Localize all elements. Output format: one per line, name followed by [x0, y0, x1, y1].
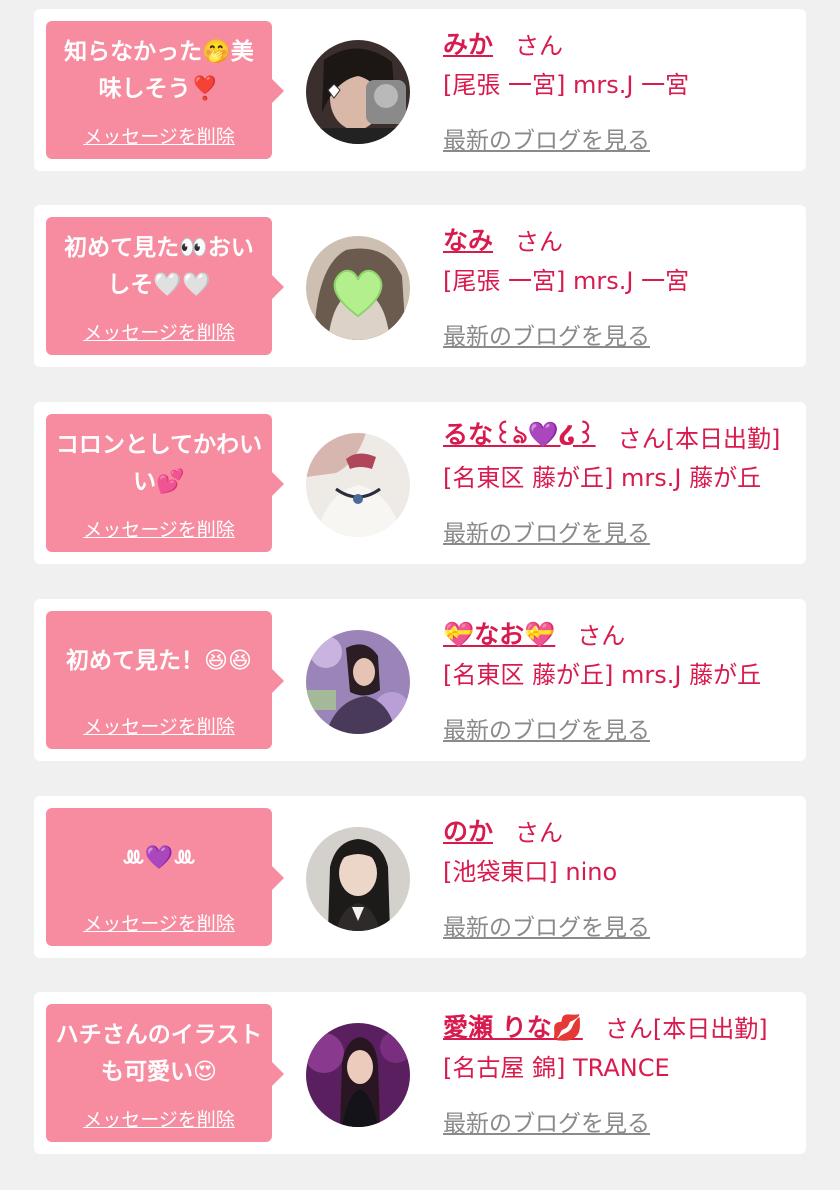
message-card: 初めて見た！😆😆 メッセージを削除 💝なお💝 さん [名東区 藤が丘] mrs.…: [34, 599, 806, 761]
shop-label: [尾張 一宮] mrs.J 一宮: [443, 71, 690, 99]
delete-message-link[interactable]: メッセージを削除: [46, 1105, 272, 1132]
message-card: ꔛ💜ꔛ メッセージを削除 のか さん [池袋東口] nino 最新のブログを見る: [34, 796, 806, 958]
message-card: 初めて見た👀おいしそ🤍🤍 メッセージを削除 なみ さん [尾張 一宮] mrs.…: [34, 205, 806, 367]
avatar[interactable]: [306, 236, 410, 340]
delete-message-link[interactable]: メッセージを削除: [46, 909, 272, 936]
cast-info: のか さん [池袋東口] nino 最新のブログを見る: [443, 810, 803, 942]
delete-message-link[interactable]: メッセージを削除: [46, 712, 272, 739]
message-card: コロンとしてかわいい💕 メッセージを削除 るな꒰ঌ💜໒꒱ さん[本日出勤] [名…: [34, 402, 806, 564]
message-bubble: ハチさんのイラストも可愛い😍 メッセージを削除: [46, 1004, 284, 1142]
message-text: 知らなかった🤭美味しそう❣️: [64, 39, 254, 102]
avatar-image: [306, 827, 410, 931]
message-card: ハチさんのイラストも可愛い😍 メッセージを削除 愛瀬 りな💋 さん[本日出勤] …: [34, 992, 806, 1154]
cast-info: みか さん [尾張 一宮] mrs.J 一宮 最新のブログを見る: [443, 23, 803, 155]
name-line: るな꒰ঌ💜໒꒱ さん[本日出勤]: [443, 416, 803, 456]
name-line: 愛瀬 りな💋 さん[本日出勤]: [443, 1006, 803, 1046]
message-bubble: 知らなかった🤭美味しそう❣️ メッセージを削除: [46, 21, 284, 159]
name-line: のか さん: [443, 810, 803, 850]
delete-message-link[interactable]: メッセージを削除: [46, 515, 272, 542]
message-text: ꔛ💜ꔛ: [122, 844, 196, 871]
honorific: さん: [515, 227, 564, 256]
avatar-image: [306, 236, 410, 340]
cast-info: 愛瀬 りな💋 さん[本日出勤] [名古屋 錦] TRANCE 最新のブログを見る: [443, 1006, 803, 1138]
cast-name-link[interactable]: なみ: [443, 221, 493, 257]
cast-info: 💝なお💝 さん [名東区 藤が丘] mrs.J 藤が丘 最新のブログを見る: [443, 613, 803, 745]
avatar-image: [306, 630, 410, 734]
cast-name-link[interactable]: 愛瀬 りな💋: [443, 1008, 583, 1044]
latest-blog-link[interactable]: 最新のブログを見る: [443, 317, 650, 351]
honorific: さん[本日出勤]: [617, 424, 781, 453]
honorific: さん: [577, 621, 626, 650]
avatar-image: [306, 433, 410, 537]
shop-label: [名東区 藤が丘] mrs.J 藤が丘: [443, 661, 762, 689]
avatar[interactable]: [306, 433, 410, 537]
shop-label: [池袋東口] nino: [443, 858, 618, 886]
latest-blog-link[interactable]: 最新のブログを見る: [443, 711, 650, 745]
avatar[interactable]: [306, 1023, 410, 1127]
cast-info: なみ さん [尾張 一宮] mrs.J 一宮 最新のブログを見る: [443, 219, 803, 351]
message-bubble: 初めて見た👀おいしそ🤍🤍 メッセージを削除: [46, 217, 284, 355]
message-bubble: 初めて見た！😆😆 メッセージを削除: [46, 611, 284, 749]
latest-blog-link[interactable]: 最新のブログを見る: [443, 908, 650, 942]
name-line: なみ さん: [443, 219, 803, 259]
avatar-image: [306, 1023, 410, 1127]
cast-name-link[interactable]: 💝なお💝: [443, 615, 555, 651]
delete-message-link[interactable]: メッセージを削除: [46, 318, 272, 345]
latest-blog-link[interactable]: 最新のブログを見る: [443, 1104, 650, 1138]
cast-name-link[interactable]: のか: [443, 812, 493, 848]
message-text: 初めて見た！😆😆: [66, 647, 252, 674]
message-bubble: コロンとしてかわいい💕 メッセージを削除: [46, 414, 284, 552]
name-line: 💝なお💝 さん: [443, 613, 803, 653]
honorific: さん: [515, 818, 564, 847]
cast-name-link[interactable]: るな꒰ঌ💜໒꒱: [443, 415, 596, 458]
latest-blog-link[interactable]: 最新のブログを見る: [443, 514, 650, 548]
shop-label: [名東区 藤が丘] mrs.J 藤が丘: [443, 464, 762, 492]
shop-label: [尾張 一宮] mrs.J 一宮: [443, 267, 690, 295]
avatar[interactable]: [306, 827, 410, 931]
honorific: さん: [515, 31, 564, 60]
honorific: さん[本日出勤]: [604, 1014, 768, 1043]
message-text: コロンとしてかわいい💕: [55, 432, 263, 495]
message-text: ハチさんのイラストも可愛い😍: [55, 1022, 263, 1085]
shop-label: [名古屋 錦] TRANCE: [443, 1054, 670, 1082]
delete-message-link[interactable]: メッセージを削除: [46, 122, 272, 149]
name-line: みか さん: [443, 23, 803, 63]
cast-name-link[interactable]: みか: [443, 25, 493, 61]
message-text: 初めて見た👀おいしそ🤍🤍: [64, 235, 254, 298]
avatar[interactable]: [306, 40, 410, 144]
message-card: 知らなかった🤭美味しそう❣️ メッセージを削除 みか さん [尾張 一宮] mr…: [34, 9, 806, 171]
cast-info: るな꒰ঌ💜໒꒱ さん[本日出勤] [名東区 藤が丘] mrs.J 藤が丘 最新の…: [443, 416, 803, 548]
message-bubble: ꔛ💜ꔛ メッセージを削除: [46, 808, 284, 946]
avatar-image: [306, 40, 410, 144]
avatar[interactable]: [306, 630, 410, 734]
latest-blog-link[interactable]: 最新のブログを見る: [443, 121, 650, 155]
